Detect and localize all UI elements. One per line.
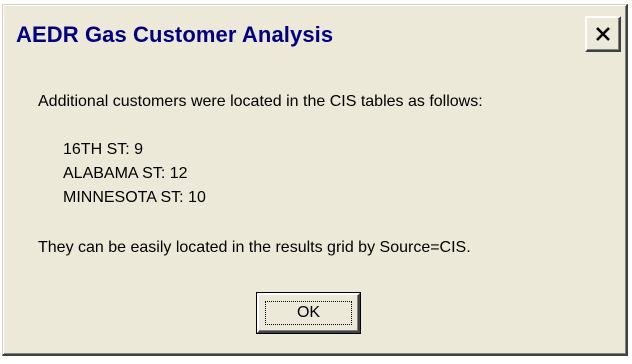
ok-button[interactable]: OK — [257, 293, 360, 333]
close-button[interactable] — [585, 16, 621, 52]
customer-line: MINNESOTA ST: 10 — [63, 189, 206, 206]
intro-text: Additional customers were located in the… — [38, 93, 483, 110]
footer-text: They can be easily located in the result… — [38, 239, 471, 256]
customer-line: 16TH ST: 9 — [63, 141, 144, 158]
ok-button-label: OK — [296, 304, 321, 321]
message-dialog: AEDR Gas Customer Analysis Additional cu… — [2, 4, 628, 356]
window-title: AEDR Gas Customer Analysis — [16, 22, 334, 47]
close-icon — [594, 25, 612, 43]
customer-line: ALABAMA ST: 12 — [63, 165, 188, 182]
title-bar[interactable]: AEDR Gas Customer Analysis — [6, 8, 623, 60]
